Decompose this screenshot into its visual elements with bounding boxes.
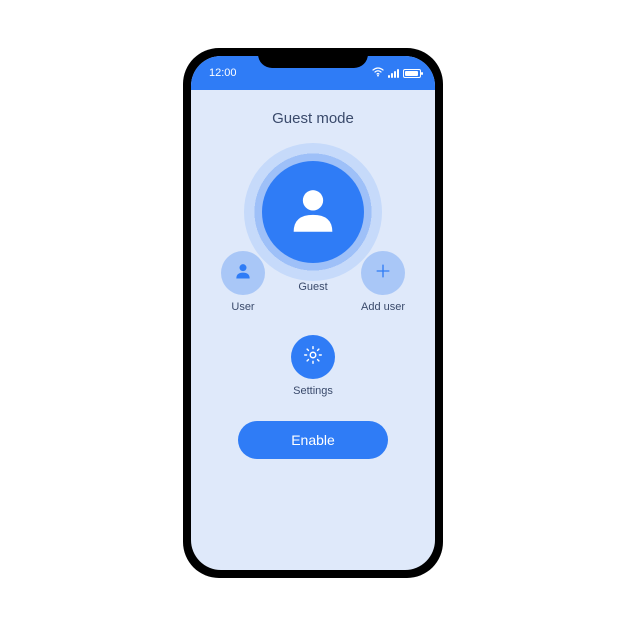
add-user-label: Add user [361, 301, 405, 313]
settings-label: Settings [293, 385, 333, 397]
person-icon [284, 181, 342, 244]
settings-circle [291, 335, 335, 379]
title-area: Guest mode [191, 90, 435, 137]
add-user-circle [361, 251, 405, 295]
status-time: 12:00 [209, 67, 237, 79]
signal-icon [388, 68, 399, 78]
phone-notch [258, 48, 368, 68]
phone-screen: 12:00 Guest mode [191, 56, 435, 570]
phone-frame: 12:00 Guest mode [183, 48, 443, 578]
enable-area: Enable [191, 421, 435, 459]
user-profile-button[interactable]: User [213, 251, 273, 313]
gear-icon [302, 344, 324, 371]
person-icon [233, 261, 253, 286]
wifi-icon [372, 67, 384, 80]
guest-label-area: Guest [283, 281, 343, 293]
user-avatar [221, 251, 265, 295]
enable-button[interactable]: Enable [238, 421, 388, 459]
guest-avatar [262, 161, 364, 263]
battery-icon [403, 69, 421, 78]
page-title: Guest mode [191, 110, 435, 127]
status-indicators [372, 67, 421, 80]
guest-label: Guest [298, 281, 327, 293]
settings-button[interactable]: Settings [191, 335, 435, 397]
user-label: User [231, 301, 254, 313]
add-user-button[interactable]: Add user [353, 251, 413, 313]
plus-icon [373, 261, 393, 286]
